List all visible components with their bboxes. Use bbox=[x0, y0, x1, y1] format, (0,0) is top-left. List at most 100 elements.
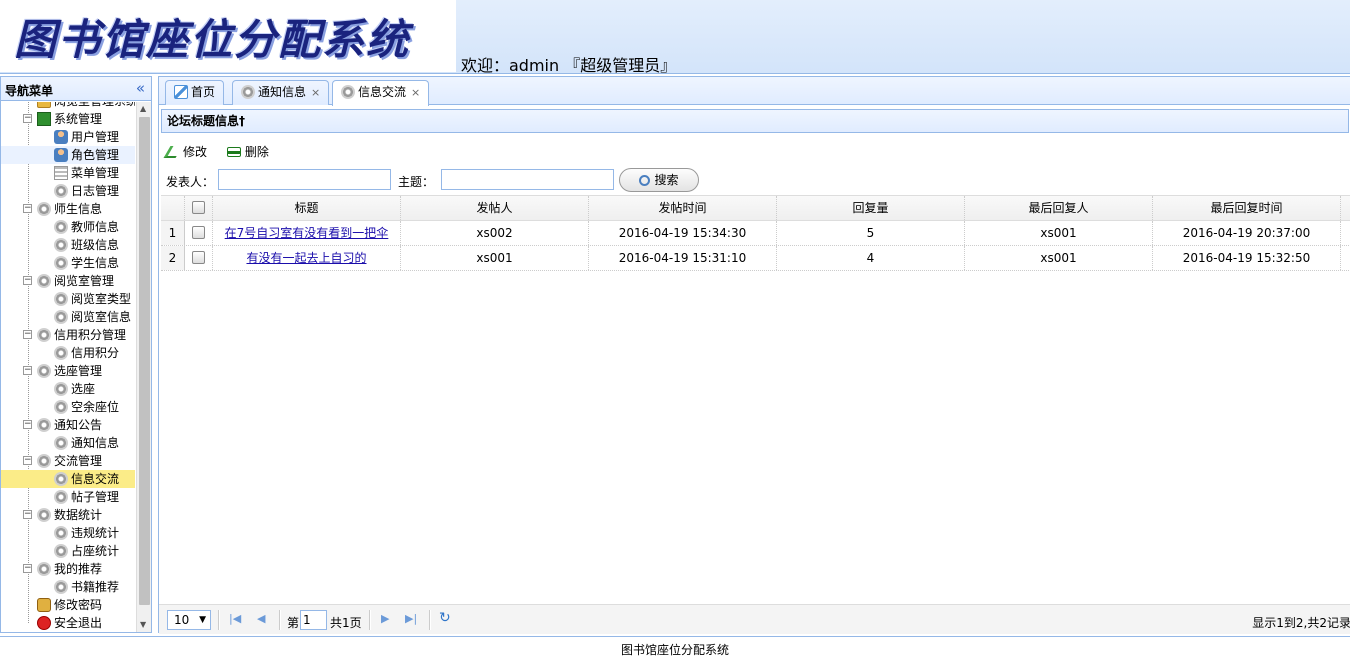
gear-icon bbox=[37, 418, 51, 432]
nav-item[interactable]: 信息交流 bbox=[1, 470, 135, 488]
title-link[interactable]: 有没有一起去上自习的 bbox=[246, 251, 366, 265]
nav-item[interactable]: 帖子管理 bbox=[1, 488, 135, 506]
collapse-toggle-icon[interactable]: − bbox=[23, 510, 32, 519]
next-page-icon[interactable]: ▶ bbox=[381, 612, 389, 625]
nav-item[interactable]: 选座 bbox=[1, 380, 135, 398]
nav-item[interactable]: 菜单管理 bbox=[1, 164, 135, 182]
nav-item[interactable]: 阅览室类型 bbox=[1, 290, 135, 308]
tab-label: 首页 bbox=[191, 85, 216, 99]
nav-item[interactable]: 占座统计 bbox=[1, 542, 135, 560]
nav-item[interactable]: 空余座位 bbox=[1, 398, 135, 416]
nav-item[interactable]: 班级信息 bbox=[1, 236, 135, 254]
header-title[interactable]: 标题 bbox=[213, 196, 401, 220]
nav-item[interactable]: 通知信息 bbox=[1, 434, 135, 452]
scroll-down-icon[interactable]: ▼ bbox=[140, 620, 146, 629]
nav-item[interactable]: 信用积分 bbox=[1, 344, 135, 362]
nav-item-label: 选座 bbox=[71, 382, 96, 396]
close-icon[interactable]: × bbox=[311, 86, 320, 99]
menu-icon bbox=[54, 166, 68, 180]
double-chevron-left-icon[interactable]: « bbox=[136, 79, 145, 97]
row-checkbox[interactable] bbox=[192, 226, 205, 239]
replies-cell: 5 bbox=[777, 221, 965, 245]
gear-icon bbox=[37, 202, 51, 216]
edit-label: 修改 bbox=[183, 145, 208, 159]
post-time-cell: 2016-04-19 15:34:30 bbox=[589, 221, 777, 245]
table-row[interactable]: 1 在7号自习室有没有看到一把伞 xs002 2016-04-19 15:34:… bbox=[161, 221, 1350, 246]
welcome-text: 欢迎：admin 『超级管理员』 bbox=[461, 56, 677, 75]
delete-button[interactable]: 删除 bbox=[226, 142, 269, 162]
header-last-reply-time[interactable]: 最后回复时间 bbox=[1153, 196, 1341, 220]
nav-item[interactable]: 用户管理 bbox=[1, 128, 135, 146]
nav-item[interactable]: 阅览室信息 bbox=[1, 308, 135, 326]
collapse-toggle-icon[interactable]: − bbox=[23, 114, 32, 123]
header-post-time[interactable]: 发帖时间 bbox=[589, 196, 777, 220]
nav-item[interactable]: 书籍推荐 bbox=[1, 578, 135, 596]
row-number: 2 bbox=[161, 246, 185, 270]
nav-group[interactable]: − 选座管理 bbox=[1, 362, 135, 380]
nav-group[interactable]: − 系统管理 bbox=[1, 110, 135, 128]
table-row[interactable]: 2 有没有一起去上自习的 xs001 2016-04-19 15:31:10 4… bbox=[161, 246, 1350, 271]
user-icon bbox=[54, 148, 68, 162]
nav-group[interactable]: − 我的推荐 bbox=[1, 560, 135, 578]
nav-item-label: 占座统计 bbox=[71, 544, 120, 558]
gear-icon bbox=[37, 562, 51, 576]
title-link[interactable]: 在7号自习室有没有看到一把伞 bbox=[225, 226, 389, 240]
header-replies[interactable]: 回复量 bbox=[777, 196, 965, 220]
page-size-select[interactable]: 10 ▼ bbox=[167, 610, 211, 630]
nav-group[interactable]: − 交流管理 bbox=[1, 452, 135, 470]
tab-notice[interactable]: 通知信息 × bbox=[232, 80, 330, 105]
nav-item-label: 阅览室管理 bbox=[54, 274, 115, 288]
row-checkbox[interactable] bbox=[192, 251, 205, 264]
first-page-icon[interactable]: |◀ bbox=[229, 612, 241, 625]
collapse-toggle-icon[interactable]: − bbox=[23, 204, 32, 213]
close-icon[interactable]: × bbox=[411, 86, 420, 99]
nav-item[interactable]: 违规统计 bbox=[1, 524, 135, 542]
scrollbar-thumb[interactable] bbox=[139, 117, 150, 605]
nav-group[interactable]: − 数据统计 bbox=[1, 506, 135, 524]
nav-item[interactable]: 修改密码 bbox=[1, 596, 135, 614]
nav-item[interactable]: 教师信息 bbox=[1, 218, 135, 236]
collapse-toggle-icon[interactable]: − bbox=[23, 276, 32, 285]
nav-group[interactable]: − 信用积分管理 bbox=[1, 326, 135, 344]
search-button[interactable]: 搜索 bbox=[619, 168, 699, 192]
nav-group[interactable]: − 通知公告 bbox=[1, 416, 135, 434]
nav-item[interactable]: 日志管理 bbox=[1, 182, 135, 200]
refresh-icon[interactable]: ↻ bbox=[439, 610, 451, 626]
header-last-replier[interactable]: 最后回复人 bbox=[965, 196, 1153, 220]
main-panel: 首页 通知信息 × 信息交流 × 论坛标题信息† 修改 删除 发表人： 主题： 搜索… bbox=[158, 76, 1350, 634]
collapse-toggle-icon[interactable]: − bbox=[23, 366, 32, 375]
nav-group[interactable]: − 阅览室管理 bbox=[1, 272, 135, 290]
gear-icon bbox=[341, 85, 355, 99]
nav-item[interactable]: 角色管理 bbox=[1, 146, 135, 164]
edit-button[interactable]: 修改 bbox=[163, 142, 208, 162]
tab-home[interactable]: 首页 bbox=[165, 80, 225, 105]
pencil-icon bbox=[163, 146, 183, 158]
select-all-checkbox[interactable] bbox=[192, 201, 205, 214]
nav-item-label: 信用积分 bbox=[71, 346, 120, 360]
tab-exchange[interactable]: 信息交流 × bbox=[332, 80, 430, 106]
page-number-input[interactable]: 1 bbox=[300, 610, 327, 630]
replies-cell: 4 bbox=[777, 246, 965, 270]
collapse-toggle-icon[interactable]: − bbox=[23, 420, 32, 429]
nav-item-label: 信用积分管理 bbox=[54, 328, 127, 342]
header-poster[interactable]: 发帖人 bbox=[401, 196, 589, 220]
last-page-icon[interactable]: ▶| bbox=[405, 612, 417, 625]
scroll-up-icon[interactable]: ▲ bbox=[140, 104, 146, 113]
nav-item-label: 交流管理 bbox=[54, 454, 103, 468]
nav-item[interactable]: 学生信息 bbox=[1, 254, 135, 272]
subject-input[interactable] bbox=[441, 169, 614, 190]
nav-title: 导航菜单 bbox=[5, 84, 54, 98]
nav-group[interactable]: − 师生信息 bbox=[1, 200, 135, 218]
prev-page-icon[interactable]: ◀ bbox=[257, 612, 265, 625]
collapse-toggle-icon[interactable]: − bbox=[23, 564, 32, 573]
nav-scrollbar[interactable]: ▲ ▼ bbox=[136, 102, 151, 632]
nav-item-label: 帖子管理 bbox=[71, 490, 120, 504]
tab-label: 信息交流 bbox=[358, 85, 407, 99]
nav-item[interactable]: 阅览室管理系统 bbox=[1, 102, 135, 110]
nav-item-label: 师生信息 bbox=[54, 202, 103, 216]
nav-item[interactable]: 安全退出 bbox=[1, 614, 135, 632]
collapse-toggle-icon[interactable]: − bbox=[23, 330, 32, 339]
poster-input[interactable] bbox=[218, 169, 391, 190]
pager-separator bbox=[369, 610, 371, 630]
collapse-toggle-icon[interactable]: − bbox=[23, 456, 32, 465]
